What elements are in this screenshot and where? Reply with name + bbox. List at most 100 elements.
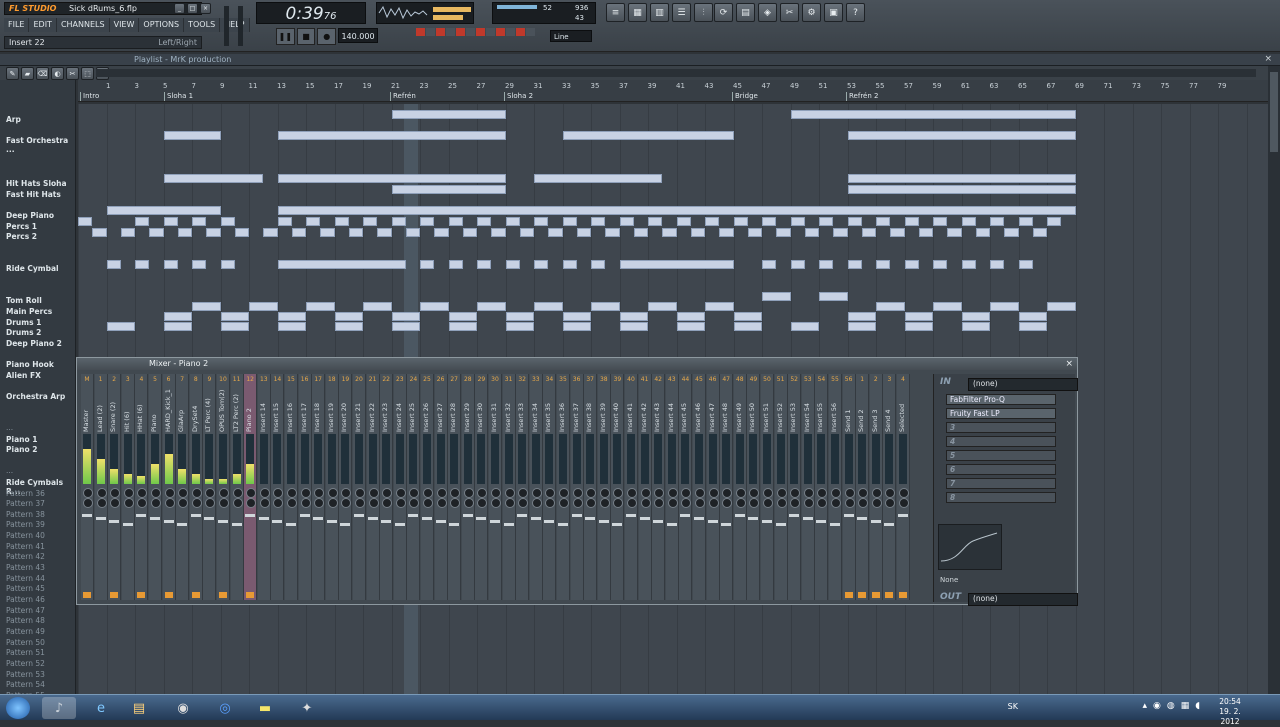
pattern-clip[interactable] <box>391 110 506 119</box>
mixer-strip[interactable]: 51 Insert 52 <box>774 374 788 600</box>
pan-knob[interactable] <box>327 498 338 508</box>
mixer-strip[interactable]: 18 Insert 19 <box>325 374 339 600</box>
pan-knob[interactable] <box>450 498 461 508</box>
pan-knob[interactable] <box>423 498 433 508</box>
pattern-clip[interactable] <box>847 260 862 269</box>
mixer-strip[interactable]: 50 Insert 51 <box>761 374 774 600</box>
pan-knob[interactable] <box>708 498 719 508</box>
track-name[interactable]: Pattern 46 <box>6 595 45 604</box>
master-volume-slider[interactable] <box>224 6 229 46</box>
volume-fader[interactable] <box>82 514 92 517</box>
pan-knob[interactable] <box>763 488 773 498</box>
volume-fader[interactable] <box>558 523 568 526</box>
send-switch[interactable] <box>83 592 91 598</box>
pattern-clip[interactable] <box>1018 260 1033 269</box>
volume-fader[interactable] <box>694 517 704 520</box>
vertical-scrollbar[interactable] <box>1268 66 1280 694</box>
pan-knob[interactable] <box>559 498 569 508</box>
pan-knob[interactable] <box>654 488 665 498</box>
mixer-strip[interactable]: 20 Insert 21 <box>353 374 366 600</box>
send-switch[interactable] <box>246 592 255 598</box>
volume-fader[interactable] <box>122 523 133 526</box>
mixer-strip[interactable]: 24 Insert 25 <box>407 374 421 600</box>
track-name[interactable]: Pattern 43 <box>6 563 45 572</box>
pause-button[interactable]: ❚❚ <box>276 28 295 45</box>
pattern-clip[interactable] <box>491 228 506 237</box>
track-name[interactable]: Pattern 37 <box>6 499 45 508</box>
pan-knob[interactable] <box>341 488 352 498</box>
step-sequencer-icon[interactable]: ▦ <box>628 3 647 22</box>
pattern-clip[interactable] <box>733 312 762 321</box>
pan-knob[interactable] <box>613 488 624 498</box>
pattern-clip[interactable] <box>619 312 648 321</box>
pattern-clip[interactable] <box>106 322 135 331</box>
settings-icon[interactable]: ⚙ <box>802 3 821 22</box>
pattern-clip[interactable] <box>163 312 192 321</box>
mixer-strip[interactable]: 8 DrySet4 <box>189 374 203 600</box>
delete-tool-icon[interactable]: ⌫ <box>36 67 49 80</box>
fx-slot-7[interactable]: 7 <box>946 478 1056 489</box>
pan-knob[interactable] <box>178 498 189 508</box>
pan-knob[interactable] <box>817 488 828 498</box>
pattern-clip[interactable] <box>163 260 178 269</box>
pattern-clip[interactable] <box>1004 228 1019 237</box>
fx-slot-3[interactable]: 3 <box>946 422 1056 433</box>
pattern-clip[interactable] <box>534 174 663 183</box>
tray-app-icon[interactable]: ◍ <box>1167 701 1175 711</box>
ie-taskbar-icon[interactable]: e <box>84 697 118 719</box>
volume-fader[interactable] <box>408 514 419 517</box>
track-name[interactable]: Pattern 47 <box>6 606 45 615</box>
tray-network-icon[interactable]: ▦ <box>1181 701 1190 711</box>
pan-knob[interactable] <box>599 488 610 498</box>
track-name[interactable]: Alien FX <box>6 371 41 380</box>
volume-fader[interactable] <box>626 514 636 517</box>
pattern-clip[interactable] <box>391 322 420 331</box>
pattern-clip[interactable] <box>320 228 335 237</box>
pan-knob[interactable] <box>695 498 705 508</box>
track-name[interactable]: Pattern 51 <box>6 648 45 657</box>
pan-knob[interactable] <box>463 498 474 508</box>
pattern-clip[interactable] <box>747 228 762 237</box>
clock[interactable]: 20:54 19. 2. 2012 <box>1210 697 1250 727</box>
pattern-clip[interactable] <box>562 312 591 321</box>
pattern-clip[interactable] <box>163 131 221 140</box>
maximize-icon[interactable]: □ <box>187 3 198 14</box>
track-name[interactable]: Pattern 53 <box>6 670 45 679</box>
pattern-clip[interactable] <box>92 228 107 237</box>
pan-knob[interactable] <box>627 498 637 508</box>
pattern-clip[interactable] <box>961 322 990 331</box>
draw-tool-icon[interactable]: ✎ <box>6 67 19 80</box>
tray-volume-icon[interactable]: ◖ <box>1195 701 1200 711</box>
track-name[interactable]: Tom Roll <box>6 296 42 305</box>
pattern-clip[interactable] <box>933 260 948 269</box>
volume-fader[interactable] <box>530 517 541 520</box>
rec-option-icon[interactable] <box>506 28 515 36</box>
volume-fader[interactable] <box>177 523 188 526</box>
send-switch[interactable] <box>844 592 853 598</box>
pan-knob[interactable] <box>259 488 270 498</box>
fl-studio-taskbar-icon[interactable]: ♪ <box>42 697 76 719</box>
mixer-strip[interactable]: 53 Insert 54 <box>801 374 815 600</box>
pattern-clip[interactable] <box>890 228 905 237</box>
pattern-clip[interactable] <box>334 312 363 321</box>
volume-fader[interactable] <box>653 520 664 523</box>
mixer-strip[interactable]: 16 Insert 17 <box>298 374 312 600</box>
pan-knob[interactable] <box>531 498 542 508</box>
pattern-clip[interactable] <box>534 217 549 226</box>
volume-fader[interactable] <box>639 517 650 520</box>
track-name[interactable]: Orchestra Arp <box>6 392 65 401</box>
mixer-strip[interactable]: 48 Insert 49 <box>733 374 747 600</box>
pan-knob[interactable] <box>844 488 855 498</box>
pattern-clip[interactable] <box>192 260 207 269</box>
playlist-titlebar[interactable]: Playlist - MrK production × <box>0 54 1280 66</box>
mixer-strip[interactable]: 17 Insert 18 <box>312 374 326 600</box>
pattern-clip[interactable] <box>619 322 648 331</box>
track-name[interactable]: Hit Hats Sloha <box>6 179 67 188</box>
mixer-strip[interactable]: 40 Insert 41 <box>625 374 638 600</box>
marker-label[interactable]: Refrén 2 <box>846 92 878 101</box>
pan-knob[interactable] <box>477 498 488 508</box>
pan-knob[interactable] <box>667 498 678 508</box>
pattern-clip[interactable] <box>277 260 406 269</box>
pan-knob[interactable] <box>681 488 692 498</box>
mixer-strip[interactable]: 2 Snare (2) <box>108 374 122 600</box>
